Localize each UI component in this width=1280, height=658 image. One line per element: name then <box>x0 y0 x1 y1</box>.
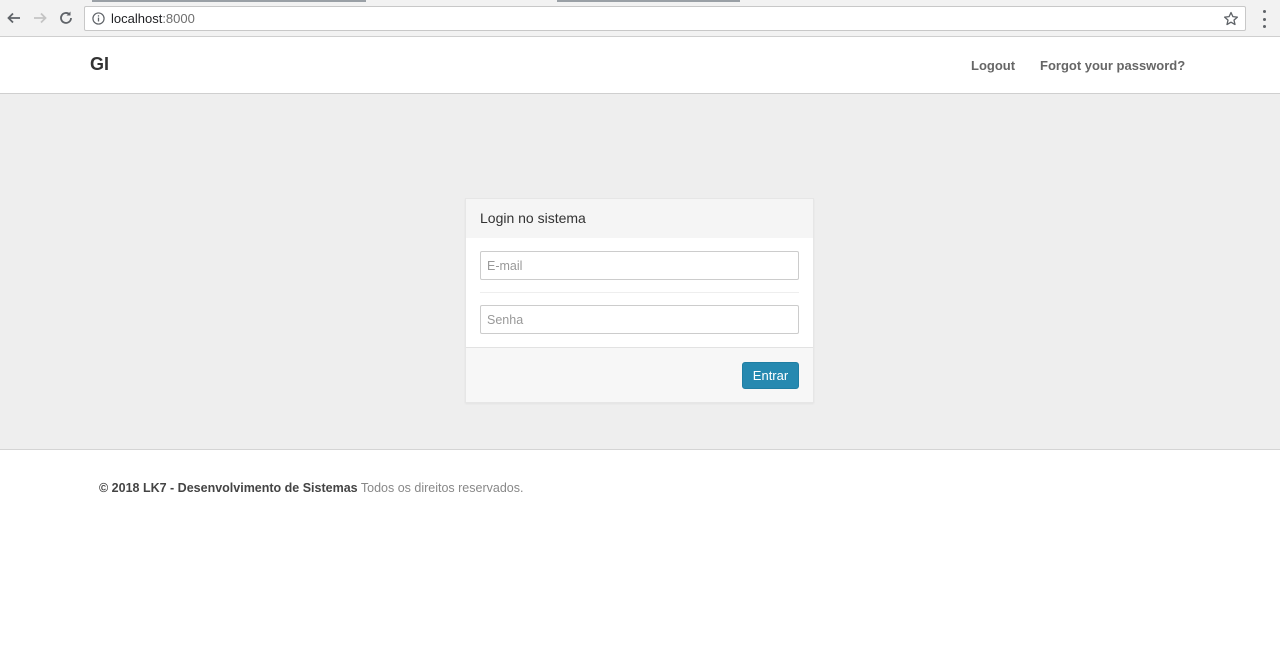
main-content: Login no sistema Entrar <box>0 94 1280 450</box>
login-panel-footer: Entrar <box>466 347 813 402</box>
page-footer: © 2018 LK7 - Desenvolvimento de Sistemas… <box>0 451 1280 658</box>
star-icon[interactable] <box>1223 11 1239 27</box>
browser-tab-inactive[interactable] <box>557 0 740 2</box>
login-panel-title: Login no sistema <box>466 199 813 238</box>
arrow-left-icon <box>7 12 20 24</box>
navbar: GI Logout Forgot your password? <box>0 38 1280 94</box>
back-button[interactable] <box>4 8 24 28</box>
submit-button[interactable]: Entrar <box>742 362 799 389</box>
forgot-password-link[interactable]: Forgot your password? <box>1040 58 1185 73</box>
footer-text: © 2018 LK7 - Desenvolvimento de Sistemas… <box>99 481 523 495</box>
password-form-group <box>480 293 799 348</box>
email-form-group <box>480 238 799 293</box>
url-port: :8000 <box>162 11 195 26</box>
forward-button[interactable] <box>30 8 50 28</box>
login-panel: Login no sistema Entrar <box>465 198 814 403</box>
footer-copyright: © 2018 LK7 - Desenvolvimento de Sistemas <box>99 481 358 495</box>
reload-button[interactable] <box>56 8 76 28</box>
browser-toolbar: localhost:8000 <box>0 0 1280 37</box>
brand-logo[interactable]: GI <box>90 54 109 75</box>
login-form <box>466 238 813 348</box>
vertical-dots-icon[interactable] <box>1258 10 1270 28</box>
url-host: localhost <box>111 11 163 26</box>
arrow-right-icon <box>34 12 47 24</box>
email-field[interactable] <box>480 251 799 280</box>
footer-rights: Todos os direitos reservados. <box>360 481 524 495</box>
address-bar[interactable]: localhost:8000 <box>84 6 1246 31</box>
browser-tab-inactive[interactable] <box>92 0 366 2</box>
password-field[interactable] <box>480 305 799 334</box>
tab-strip <box>0 0 1280 2</box>
logout-link[interactable]: Logout <box>971 58 1015 73</box>
reload-icon <box>60 11 72 24</box>
info-icon[interactable] <box>91 12 105 26</box>
